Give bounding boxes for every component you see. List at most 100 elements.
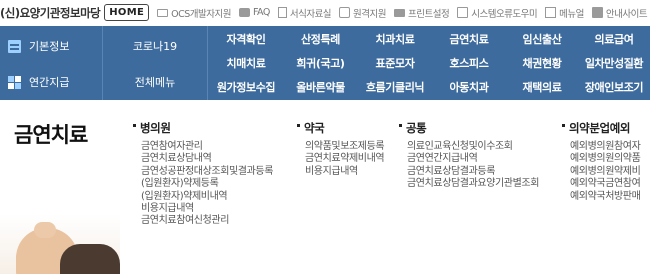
- decorative-photo: [0, 214, 120, 274]
- menu-link[interactable]: 비용지급내역: [305, 166, 384, 178]
- menu-link[interactable]: 예외약국금연참여: [570, 178, 641, 190]
- faq-label: FAQ: [252, 7, 270, 18]
- forms-label: 서식자료실: [289, 8, 332, 20]
- menu-list: 의료인교육신청및이수조회 금연연간지급내역 금연치료상담결과등록 금연치료상담결…: [407, 141, 539, 191]
- nav-item-chronic-disease[interactable]: 일차만성질환: [578, 51, 650, 75]
- forms-link[interactable]: 서식자료실: [277, 6, 332, 20]
- menu-link[interactable]: 금연성공판정대상조회및결과등록: [141, 166, 273, 178]
- photo-hair: [60, 244, 120, 274]
- nav-covid19[interactable]: 코로나19: [103, 31, 207, 61]
- nav-item-hospice[interactable]: 호스피스: [432, 51, 506, 75]
- menu-link[interactable]: 금연치료참여신청관리: [141, 215, 273, 227]
- site-guide-link[interactable]: 안내사이트: [591, 6, 648, 20]
- menu-column-clinic: 병의원 금연참여자관리 금연치료상담내역 금연성공판정대상조회및결과등록 (입원…: [133, 120, 273, 228]
- nav-basic-info[interactable]: 기본정보: [0, 31, 102, 61]
- utility-bar: (신)요양기관정보마당 HOME OCS개발자지원 FAQ 서식자료실 원격지원…: [0, 0, 650, 25]
- monitor-icon: [157, 8, 169, 17]
- nav-covid19-label: 코로나19: [132, 40, 178, 53]
- menu-link[interactable]: 예외약국처방판매: [570, 191, 641, 203]
- system-error-label: 시스템오류도우미: [471, 8, 538, 20]
- site-guide-label: 안내사이트: [605, 8, 648, 20]
- menu-link[interactable]: 의료인교육신청및이수조회: [407, 141, 539, 153]
- chat-icon: [238, 8, 250, 17]
- nav-year-payment[interactable]: 연간지급: [0, 67, 102, 97]
- nav-item-eligibility[interactable]: 자격확인: [209, 27, 283, 51]
- nav-middle-column: 코로나19 전체메뉴: [103, 26, 208, 100]
- nav-item-child-dental[interactable]: 아동치과: [432, 75, 506, 99]
- manual-link[interactable]: 메뉴얼: [545, 6, 584, 20]
- nav-menu-grid: 자격확인 산정특례 치과치료 금연치료 임신출산 의료급여 치매치료 희귀(국고…: [209, 26, 650, 100]
- menu-column-pharmacy: 약국 의약품및보조제등록 금연치료약제비내역 비용지급내역: [297, 120, 385, 178]
- menu-link[interactable]: 금연치료상담결과등록: [407, 166, 539, 178]
- site-brand[interactable]: (신)요양기관정보마당: [0, 5, 101, 21]
- column-heading-label: 의약분업예외: [569, 121, 631, 135]
- site-guide-icon: [591, 7, 603, 18]
- nav-item-home-care[interactable]: 재택의료: [506, 75, 578, 99]
- column-heading-label: 약국: [304, 121, 325, 135]
- nav-item-special-calc[interactable]: 산정특례: [283, 27, 358, 51]
- column-heading-label: 공통: [406, 121, 427, 135]
- manual-label: 메뉴얼: [559, 8, 584, 20]
- nav-item-pregnancy[interactable]: 임신출산: [506, 27, 578, 51]
- menu-link[interactable]: 금연연간지급내역: [407, 153, 539, 165]
- printer-icon: [394, 8, 406, 17]
- nav-item-dental[interactable]: 치과치료: [358, 27, 432, 51]
- column-heading-label: 병의원: [140, 121, 171, 135]
- menu-link[interactable]: (입원환자)약제등록: [141, 178, 273, 190]
- menu-link[interactable]: 의약품및보조제등록: [305, 141, 385, 153]
- menu-link[interactable]: 금연치료상담결과요양기관별조회: [407, 178, 539, 190]
- nav-item-cost-collection[interactable]: 원가정보수집: [209, 75, 283, 99]
- ocs-developer-link[interactable]: OCS개발자지원: [157, 6, 231, 20]
- nav-item-bond-status[interactable]: 채권현황: [506, 51, 578, 75]
- nav-item-proper-medication[interactable]: 올바른약물: [283, 75, 358, 99]
- menu-link[interactable]: 금연참여자관리: [141, 141, 273, 153]
- main-navigation: 기본정보 연간지급 코로나19 전체메뉴 자격확인 산정특례 치과치료 금연치료…: [0, 26, 650, 100]
- menu-link[interactable]: 비용지급내역: [141, 203, 273, 215]
- column-heading: 약국: [297, 120, 384, 136]
- remote-support-label: 원격지원: [353, 8, 387, 20]
- column-heading: 의약분업예외: [562, 120, 640, 136]
- menu-link[interactable]: 예외병의원약제비: [570, 166, 641, 178]
- menu-list: 금연참여자관리 금연치료상담내역 금연성공판정대상조회및결과등록 (입원환자)약…: [141, 141, 273, 228]
- home-button[interactable]: HOME: [104, 4, 150, 21]
- ocs-developer-label: OCS개발자지원: [171, 8, 231, 20]
- system-error-icon: [457, 7, 469, 18]
- nav-item-rare-disease[interactable]: 희귀(국고): [283, 51, 358, 75]
- nav-item-dementia[interactable]: 치매치료: [209, 51, 283, 75]
- menu-list: 예외병의원참여자 예외병의원의약품 예외병의원약제비 예외약국금연참여 예외약국…: [570, 141, 641, 203]
- menu-column-common: 공통 의료인교육신청및이수조회 금연연간지급내역 금연치료상담결과등록 금연치료…: [399, 120, 539, 191]
- menu-link[interactable]: 금연치료약제비내역: [305, 153, 385, 165]
- nav-item-smoking-cessation[interactable]: 금연치료: [432, 27, 506, 51]
- bullet-icon: [399, 123, 402, 127]
- remote-support-icon: [339, 7, 351, 18]
- bullet-icon: [297, 123, 300, 127]
- print-settings-link[interactable]: 프린트설정: [394, 6, 450, 20]
- nav-item-respiratory-clinic[interactable]: 흐름기클리닉: [358, 75, 432, 99]
- remote-support-link[interactable]: 원격지원: [339, 6, 387, 20]
- menu-link[interactable]: 예외병의원의약품: [570, 153, 641, 165]
- menu-link[interactable]: 금연치료상담내역: [141, 153, 273, 165]
- photo-hand: [34, 222, 56, 238]
- column-heading: 병의원: [133, 120, 273, 136]
- bullet-icon: [133, 123, 136, 127]
- menu-link[interactable]: (입원환자)약제비내역: [141, 191, 273, 203]
- system-error-link[interactable]: 시스템오류도우미: [457, 6, 538, 20]
- page-title: 금연치료: [14, 123, 88, 147]
- nav-item-standard-mother-child[interactable]: 표준모자: [358, 51, 432, 75]
- menu-link[interactable]: 예외병의원참여자: [570, 141, 641, 153]
- column-heading: 공통: [399, 120, 539, 136]
- nav-item-medical-aid[interactable]: 의료급여: [578, 27, 650, 51]
- nav-item-assistive-device[interactable]: 장애인보조기: [578, 75, 650, 99]
- bullet-icon: [562, 123, 565, 127]
- nav-year-payment-label: 연간지급: [29, 76, 70, 89]
- menu-icon: [545, 7, 557, 18]
- nav-all-menu-label: 전체메뉴: [134, 76, 176, 89]
- nav-left-column: 기본정보 연간지급: [0, 26, 103, 100]
- nav-basic-info-label: 기본정보: [29, 40, 70, 53]
- year-payment-icon: [8, 75, 21, 89]
- nav-all-menu[interactable]: 전체메뉴: [103, 67, 207, 97]
- menu-list: 의약품및보조제등록 금연치료약제비내역 비용지급내역: [305, 141, 385, 178]
- faq-link[interactable]: FAQ: [238, 7, 270, 18]
- basic-info-icon: [8, 39, 21, 53]
- menu-column-exception: 의약분업예외 예외병의원참여자 예외병의원의약품 예외병의원약제비 예외약국금연…: [562, 120, 641, 203]
